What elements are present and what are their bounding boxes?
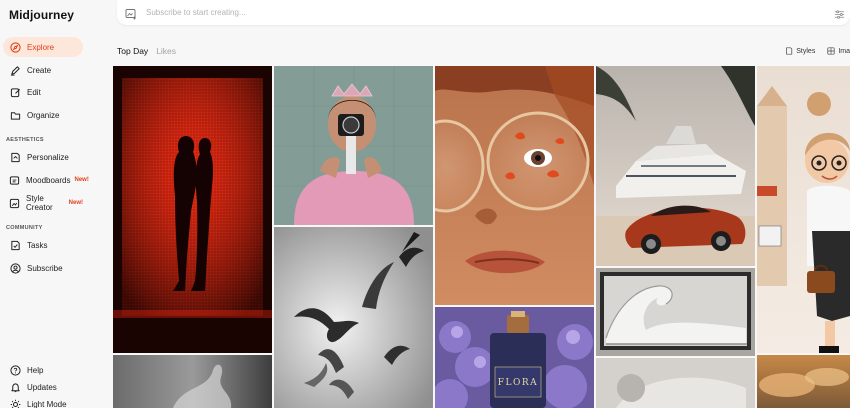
tab-images-label: Ima	[838, 47, 850, 55]
section-label-aesthetics: AESTHETICS	[6, 137, 44, 143]
gallery-image-room[interactable]	[596, 358, 755, 408]
gallery-image-glasses-face[interactable]	[435, 66, 594, 305]
new-badge: New!	[74, 177, 89, 183]
sidebar-item-light-mode[interactable]: Light Mode	[3, 394, 83, 408]
sun-icon	[9, 398, 21, 408]
sidebar-item-label: Light Mode	[27, 399, 67, 408]
new-badge: New!	[68, 200, 83, 206]
sidebar-item-label: Style Creator	[26, 194, 53, 212]
sidebar-item-explore[interactable]: Explore	[3, 37, 83, 57]
explore-tabs: Top Day Likes	[117, 46, 176, 56]
app-logo[interactable]: Midjourney	[9, 8, 74, 22]
edit-icon	[9, 86, 21, 98]
sidebar-item-create[interactable]: Create	[3, 60, 83, 80]
user-circle-icon	[9, 262, 21, 274]
personalize-icon	[9, 151, 21, 163]
gallery-image-cartoon-woman[interactable]	[757, 66, 850, 353]
sidebar-item-label: Personalize	[27, 152, 69, 162]
sidebar-item-tasks[interactable]: Tasks	[3, 235, 83, 255]
tab-styles-label: Styles	[796, 47, 816, 55]
gallery-image-wave-art[interactable]	[596, 268, 755, 356]
compass-icon	[9, 41, 21, 53]
sidebar-item-edit[interactable]: Edit	[3, 82, 83, 102]
sidebar-item-label: Explore	[27, 42, 55, 52]
tab-likes[interactable]: Likes	[156, 46, 176, 56]
moodboard-icon	[9, 174, 20, 186]
tab-top-day[interactable]: Top Day	[117, 46, 148, 56]
sidebar-item-label: Tasks	[27, 240, 48, 250]
sidebar-item-label: Updates	[27, 382, 57, 392]
sidebar: Midjourney Explore Create Edit Organize …	[0, 0, 111, 408]
gallery-image-yacht-car[interactable]	[596, 66, 755, 266]
tab-styles[interactable]: Styles	[785, 47, 815, 55]
sidebar-item-label: Moodboards	[26, 175, 71, 185]
sidebar-item-label: Edit	[27, 87, 41, 97]
sidebar-item-moodboards[interactable]: Moodboards New!	[3, 170, 89, 190]
sidebar-item-personalize[interactable]: Personalize	[3, 147, 83, 167]
tasks-icon	[9, 239, 21, 251]
folder-icon	[9, 109, 21, 121]
gallery-image-sunset-clouds[interactable]	[757, 355, 850, 408]
gallery-image-girl-camera[interactable]	[274, 66, 433, 225]
sidebar-item-subscribe[interactable]: Subscribe	[3, 258, 83, 278]
sidebar-item-label: Create	[27, 65, 52, 75]
help-icon	[9, 364, 21, 376]
search-bar	[117, 0, 850, 25]
gallery-image-smoke[interactable]	[113, 355, 272, 408]
tab-images[interactable]: Ima	[827, 47, 850, 55]
sidebar-item-label: Help	[27, 365, 44, 375]
sidebar-item-organize[interactable]: Organize	[3, 105, 83, 125]
sidebar-item-label: Organize	[27, 110, 60, 120]
section-label-community: COMMUNITY	[6, 225, 43, 231]
view-tabs: Styles Ima	[785, 47, 850, 55]
brush-icon	[9, 64, 21, 76]
add-image-icon[interactable]	[125, 7, 137, 19]
settings-sliders-icon[interactable]	[834, 7, 845, 19]
images-icon	[827, 47, 835, 55]
sidebar-item-style-creator[interactable]: Style Creator New!	[3, 193, 83, 213]
gallery-image-birds[interactable]	[274, 227, 433, 408]
style-creator-icon	[9, 197, 20, 209]
gallery-image-perfume[interactable]: FLORA	[435, 307, 594, 408]
bell-icon	[9, 381, 21, 393]
perfume-label: FLORA	[498, 378, 538, 388]
prompt-input[interactable]	[146, 8, 746, 17]
styles-icon	[786, 47, 793, 55]
sidebar-item-label: Subscribe	[27, 263, 63, 273]
gallery-image-red-silhouettes[interactable]	[113, 66, 272, 353]
